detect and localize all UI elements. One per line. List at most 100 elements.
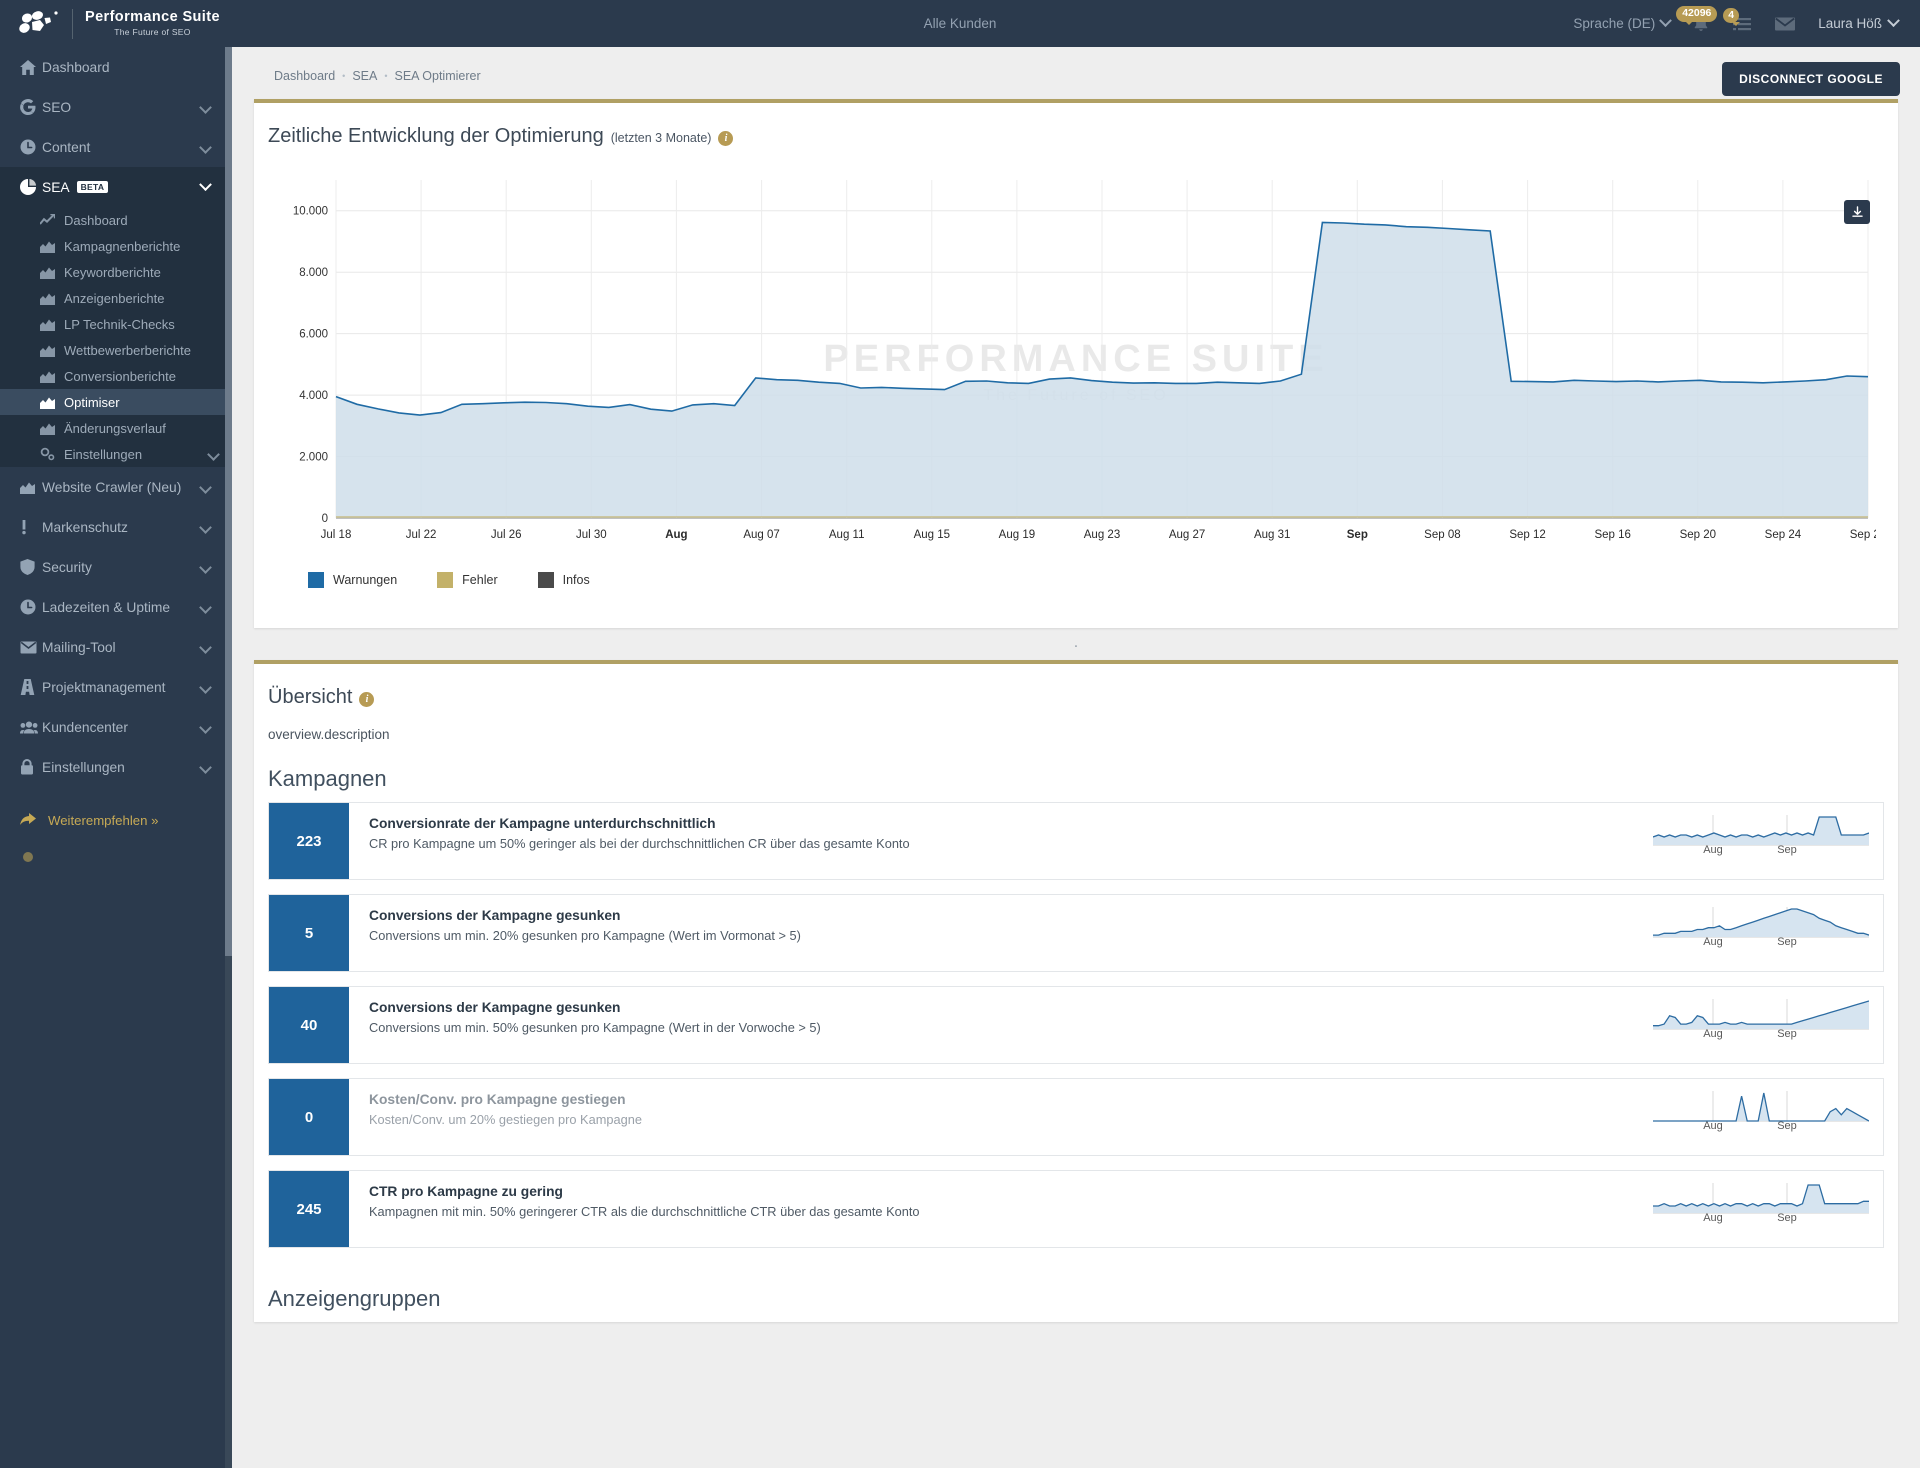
tasks-button[interactable]: 4 <box>1732 16 1752 32</box>
sparkline-label-sep: Sep <box>1777 1120 1797 1132</box>
line-chart[interactable]: 02.0004.0006.0008.00010.000Jul 18Jul 22J… <box>276 162 1876 562</box>
sidebar-subitem-lp-technik-checks[interactable]: LP Technik-Checks <box>0 311 232 337</box>
campaign-card[interactable]: 223Conversionrate der Kampagne unterdurc… <box>268 802 1884 880</box>
legend-swatch <box>538 572 554 588</box>
sidebar-subitem-dashboard[interactable]: Dashboard <box>0 207 232 233</box>
sidebar-subitem-conversionberichte[interactable]: Conversionberichte <box>0 363 232 389</box>
language-label: Sprache (DE) <box>1573 16 1655 31</box>
svg-text:Sep 08: Sep 08 <box>1424 529 1460 541</box>
campaign-card-count: 40 <box>269 987 349 1063</box>
sidebar-subitem-label: Optimiser <box>64 395 120 410</box>
legend-item-infos[interactable]: Infos <box>538 572 590 588</box>
sidebar-item-seo[interactable]: SEO <box>0 87 232 127</box>
chevron-down-icon <box>199 681 212 694</box>
sidebar-item-label: Website Crawler (Neu) <box>42 480 201 495</box>
campaign-card-sparkline[interactable]: Aug Sep <box>1653 803 1883 879</box>
legend-label: Fehler <box>462 573 497 587</box>
sidebar-item-markenschutz[interactable]: Markenschutz <box>0 507 232 547</box>
svg-text:Sep 28: Sep 28 <box>1850 529 1876 541</box>
campaign-card[interactable]: 40Conversions der Kampagne gesunkenConve… <box>268 986 1884 1064</box>
app-logo[interactable]: Performance Suite The Future of SEO <box>0 0 232 47</box>
sidebar-subitem-keywordberichte[interactable]: Keywordberichte <box>0 259 232 285</box>
sidebar-subitem-kampagnenberichte[interactable]: Kampagnenberichte <box>0 233 232 259</box>
campaign-card-title: Conversions der Kampagne gesunken <box>369 1000 1653 1015</box>
sidebar-item-weiterempfehlen[interactable]: Weiterempfehlen » <box>0 801 232 839</box>
legend-item-fehler[interactable]: Fehler <box>437 572 497 588</box>
section-heading-kampagnen: Kampagnen <box>254 742 1898 802</box>
sparkline-label-aug: Aug <box>1703 1212 1723 1224</box>
svg-text:Sep 20: Sep 20 <box>1680 529 1716 541</box>
sidebar-subitem-label: Anzeigenberichte <box>64 291 164 306</box>
sparkline-label-sep: Sep <box>1777 844 1797 856</box>
sidebar-subitem-änderungsverlauf[interactable]: Änderungsverlauf <box>0 415 232 441</box>
download-chart-button[interactable] <box>1844 200 1870 224</box>
sidebar-item-dashboard[interactable]: Dashboard <box>0 47 232 87</box>
legend-swatch <box>308 572 324 588</box>
svg-text:Sep: Sep <box>1347 529 1368 541</box>
panel-subtitle: (letzten 3 Monate) <box>611 131 712 145</box>
user-menu[interactable]: Laura Höß <box>1818 16 1898 31</box>
pie-chart-icon <box>20 179 42 195</box>
disconnect-google-button[interactable]: DISCONNECT GOOGLE <box>1722 62 1900 96</box>
sidebar-scrollbar-thumb[interactable] <box>225 47 232 956</box>
top-bar: Performance Suite The Future of SEO Alle… <box>0 0 1920 47</box>
sidebar-item-sea[interactable]: SEA BETA <box>0 167 232 207</box>
sparkline-label-aug: Aug <box>1703 844 1723 856</box>
sidebar-subitem-wettbewerberberichte[interactable]: Wettbewerberberichte <box>0 337 232 363</box>
logo-title: Performance Suite <box>85 10 220 25</box>
breadcrumb: Dashboard•SEA•SEA Optimierer <box>252 47 1900 99</box>
breadcrumb-item-dashboard[interactable]: Dashboard <box>274 69 335 83</box>
campaign-card-sparkline[interactable]: AugSep <box>1653 895 1883 971</box>
sidebar-subitem-anzeigenberichte[interactable]: Anzeigenberichte <box>0 285 232 311</box>
legend-item-warnungen[interactable]: Warnungen <box>308 572 397 588</box>
campaign-card[interactable]: 245CTR pro Kampagne zu geringKampagnen m… <box>268 1170 1884 1248</box>
exclamation-icon <box>20 519 42 535</box>
campaign-card-sparkline[interactable]: AugSep <box>1653 1171 1883 1247</box>
sidebar-item-partial[interactable] <box>0 839 232 877</box>
sidebar-item-label: Mailing-Tool <box>42 640 201 655</box>
svg-text:Aug 27: Aug 27 <box>1169 529 1205 541</box>
notifications-button[interactable]: 42096 <box>1692 14 1710 33</box>
sidebar-partial-label <box>48 851 52 866</box>
campaign-card-description: Kampagnen mit min. 50% geringerer CTR al… <box>369 1204 1653 1219</box>
legend-label: Warnungen <box>333 573 397 587</box>
language-selector[interactable]: Sprache (DE) <box>1573 16 1670 31</box>
sidebar-item-security[interactable]: Security <box>0 547 232 587</box>
sidebar-item-content[interactable]: Content <box>0 127 232 167</box>
google-icon <box>20 99 42 115</box>
sidebar-subitem-optimiser[interactable]: Optimiser <box>0 389 232 415</box>
svg-text:2.000: 2.000 <box>299 452 328 464</box>
campaign-card-sparkline[interactable]: AugSep <box>1653 1079 1883 1155</box>
section-heading-anzeigengruppen: Anzeigengruppen <box>254 1262 1898 1322</box>
campaign-card-sparkline[interactable]: AugSep <box>1653 987 1883 1063</box>
chevron-down-icon <box>1887 14 1900 27</box>
campaign-card[interactable]: 5Conversions der Kampagne gesunkenConver… <box>268 894 1884 972</box>
sidebar-item-einstellungen[interactable]: Einstellungen <box>0 747 232 787</box>
campaign-card[interactable]: 0Kosten/Conv. pro Kampagne gestiegenKost… <box>268 1078 1884 1156</box>
campaign-card-title: Conversions der Kampagne gesunken <box>369 908 1653 923</box>
sidebar-item-mailing-tool[interactable]: Mailing-Tool <box>0 627 232 667</box>
shield-icon <box>20 559 42 575</box>
logo-subtitle: The Future of SEO <box>85 27 220 37</box>
info-icon[interactable]: i <box>359 692 374 707</box>
messages-button[interactable] <box>1774 16 1796 32</box>
chevron-down-icon <box>199 101 212 114</box>
svg-text:8.000: 8.000 <box>299 267 328 279</box>
panel-divider: . <box>252 628 1900 660</box>
sidebar-subitem-label: Kampagnenberichte <box>64 239 180 254</box>
sidebar-item-ladezeiten-uptime[interactable]: Ladezeiten & Uptime <box>0 587 232 627</box>
notifications-badge: 42096 <box>1676 6 1717 22</box>
breadcrumb-item-sea[interactable]: SEA <box>352 69 377 83</box>
svg-text:Aug 07: Aug 07 <box>743 529 779 541</box>
sidebar-item-projektmanagement[interactable]: Projektmanagement <box>0 667 232 707</box>
svg-text:Aug 15: Aug 15 <box>914 529 950 541</box>
svg-text:Aug 19: Aug 19 <box>999 529 1035 541</box>
sidebar-subitem-einstellungen[interactable]: Einstellungen <box>0 441 232 467</box>
sidebar-scrollbar[interactable] <box>225 47 232 1468</box>
sidebar-item-website-crawler-neu[interactable]: Website Crawler (Neu) <box>0 467 232 507</box>
sidebar-item-label: Content <box>42 140 201 155</box>
sidebar-item-kundencenter[interactable]: Kundencenter <box>0 707 232 747</box>
svg-text:Jul 30: Jul 30 <box>576 529 607 541</box>
clock-icon <box>20 599 42 615</box>
info-icon[interactable]: i <box>718 131 733 146</box>
